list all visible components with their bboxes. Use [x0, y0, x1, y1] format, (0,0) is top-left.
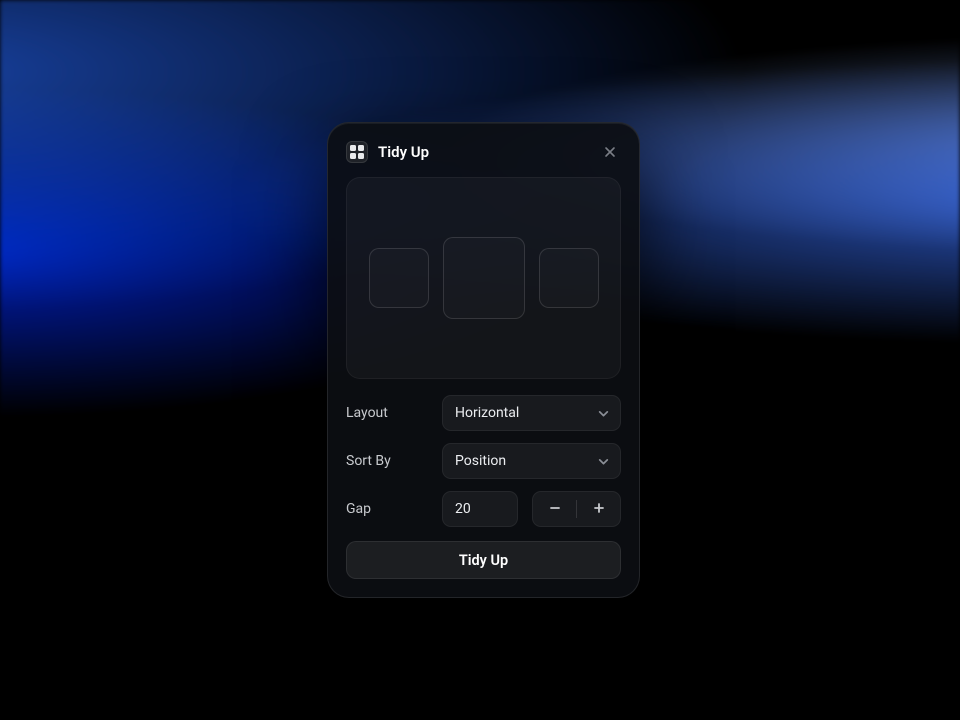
sort-value: Position — [455, 453, 597, 469]
dialog-title: Tidy Up — [378, 143, 589, 161]
minus-icon — [548, 500, 562, 519]
sort-row: Sort By Position — [346, 443, 621, 479]
primary-button-label: Tidy Up — [459, 552, 508, 569]
close-icon — [604, 143, 616, 162]
gap-label: Gap — [346, 501, 428, 517]
sort-select[interactable]: Position — [442, 443, 621, 479]
layout-value: Horizontal — [455, 405, 597, 421]
close-button[interactable] — [599, 141, 621, 163]
layout-preview — [346, 177, 621, 379]
gap-value: 20 — [455, 501, 471, 517]
plus-icon — [592, 500, 606, 519]
gap-stepper — [532, 491, 621, 527]
tidy-up-dialog: Tidy Up Layout Horizontal Sort By — [327, 122, 640, 598]
gap-increment-button[interactable] — [577, 492, 620, 526]
chevron-down-icon — [597, 455, 610, 468]
gap-row: Gap 20 — [346, 491, 621, 527]
layout-row: Layout Horizontal — [346, 395, 621, 431]
tidy-up-button[interactable]: Tidy Up — [346, 541, 621, 579]
sort-label: Sort By — [346, 453, 428, 469]
preview-box — [369, 248, 429, 308]
preview-box — [443, 237, 525, 319]
preview-box — [539, 248, 599, 308]
dialog-titlebar: Tidy Up — [346, 141, 621, 163]
layout-label: Layout — [346, 405, 428, 421]
grid-icon — [346, 141, 368, 163]
gap-input[interactable]: 20 — [442, 491, 518, 527]
chevron-down-icon — [597, 407, 610, 420]
gap-decrement-button[interactable] — [533, 492, 576, 526]
layout-select[interactable]: Horizontal — [442, 395, 621, 431]
